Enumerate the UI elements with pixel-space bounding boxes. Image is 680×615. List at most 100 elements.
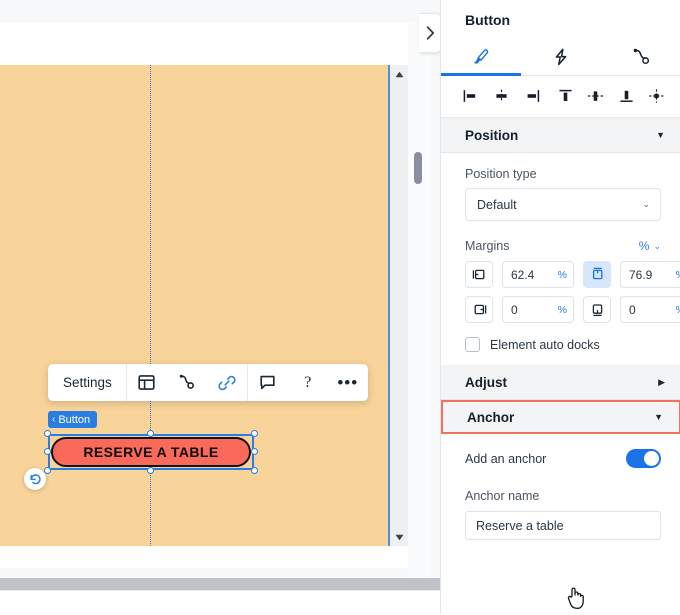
- more-glyph: •••: [337, 372, 359, 392]
- anchor-name-input[interactable]: Reserve a table: [465, 511, 661, 540]
- editor-footer-area: [0, 590, 440, 615]
- tab-design[interactable]: [441, 38, 521, 76]
- tab-connections[interactable]: [601, 38, 680, 75]
- section-title-anchor: Anchor: [467, 409, 515, 425]
- editor-top-band: [0, 0, 408, 22]
- position-type-value: Default: [477, 197, 517, 212]
- margins-header: Margins % ⌄: [465, 239, 661, 253]
- element-toolbar[interactable]: Settings ? •••: [48, 364, 368, 401]
- resize-handle-middle-left[interactable]: [44, 448, 51, 455]
- resize-handle-top-left[interactable]: [44, 430, 51, 437]
- add-anchor-toggle[interactable]: [626, 449, 661, 468]
- align-right-icon[interactable]: [519, 85, 544, 107]
- margin-right-unit: %: [557, 303, 567, 316]
- section-title-adjust: Adjust: [465, 374, 507, 390]
- chevron-down-icon[interactable]: ▼: [654, 412, 663, 422]
- page-title: Button: [465, 12, 511, 28]
- scroll-up-arrow-icon[interactable]: [390, 67, 408, 81]
- add-anchor-row: Add an anchor: [465, 449, 661, 468]
- margin-row-bottom: 0 % 0 %: [465, 296, 680, 323]
- more-options-icon[interactable]: •••: [328, 364, 368, 401]
- alignment-toolbar: [441, 76, 680, 118]
- reserve-a-table-button-label: RESERVE A TABLE: [83, 444, 219, 460]
- badge-chevron-left-icon: ‹: [52, 414, 56, 425]
- margins-unit-value: %: [638, 239, 650, 253]
- canvas-viewport[interactable]: [0, 65, 408, 546]
- margin-right-input[interactable]: 0 %: [502, 296, 574, 323]
- section-body-position: Position type Default ⌄ Margins % ⌄ 62.4…: [441, 153, 680, 352]
- app-vertical-scrollbar[interactable]: [408, 22, 430, 584]
- align-middle-vertical-icon[interactable]: [583, 85, 608, 107]
- position-type-label: Position type: [465, 167, 537, 181]
- element-auto-docks-label: Element auto docks: [490, 337, 600, 352]
- align-left-icon[interactable]: [459, 85, 484, 107]
- element-auto-docks-checkbox[interactable]: [465, 337, 480, 352]
- properties-panel: Button Position ▼ Position type Default …: [440, 0, 680, 614]
- node-connector-icon[interactable]: [167, 364, 207, 401]
- app-root: Settings ? ••• ‹ Button RESERVE A TABLE …: [0, 0, 680, 615]
- margin-left-input[interactable]: 62.4 %: [502, 261, 574, 288]
- canvas-vertical-scrollbar[interactable]: [390, 65, 408, 546]
- resize-handle-bottom-center[interactable]: [147, 467, 154, 474]
- chevron-right-icon[interactable]: ▶: [658, 377, 665, 387]
- settings-button[interactable]: Settings: [48, 364, 126, 401]
- link-icon[interactable]: [207, 364, 247, 401]
- margin-top-unit: %: [676, 269, 680, 281]
- anchor-name-value: Reserve a table: [476, 518, 564, 533]
- margin-left-unit: %: [557, 268, 567, 281]
- editor-area: Settings ? ••• ‹ Button RESERVE A TABLE: [0, 0, 442, 615]
- margin-top-input[interactable]: 76.9 %: [620, 261, 680, 288]
- undo-icon[interactable]: [24, 468, 46, 490]
- margin-top-value: 76.9: [629, 267, 653, 282]
- margin-top-icon[interactable]: [583, 261, 611, 288]
- margin-left-icon[interactable]: [465, 261, 493, 288]
- chevron-right-icon[interactable]: [419, 13, 442, 53]
- section-title-position: Position: [465, 127, 519, 143]
- resize-handle-bottom-right[interactable]: [251, 467, 258, 474]
- node-connector-icon: [631, 47, 651, 67]
- reserve-a-table-button[interactable]: RESERVE A TABLE: [51, 437, 251, 467]
- toggle-knob: [644, 451, 659, 466]
- badge-label: Button: [58, 413, 91, 426]
- align-bottom-icon[interactable]: [613, 85, 638, 107]
- horizontal-scrollbar[interactable]: [0, 578, 440, 590]
- margin-bottom-input[interactable]: 0 %: [620, 296, 680, 323]
- resize-handle-middle-right[interactable]: [251, 448, 258, 455]
- tab-interactions[interactable]: [521, 38, 601, 75]
- element-selection[interactable]: RESERVE A TABLE: [44, 430, 258, 474]
- align-top-icon[interactable]: [553, 85, 578, 107]
- margin-bottom-value: 0: [629, 302, 636, 317]
- layout-icon[interactable]: [127, 364, 167, 401]
- resize-handle-bottom-left[interactable]: [44, 467, 51, 474]
- margin-right-icon[interactable]: [465, 296, 493, 323]
- page-canvas[interactable]: [0, 65, 390, 546]
- margin-bottom-unit: %: [676, 304, 680, 316]
- margin-right-value: 0: [511, 302, 518, 317]
- help-glyph: ?: [304, 373, 312, 391]
- element-auto-docks-row[interactable]: Element auto docks: [465, 337, 661, 352]
- add-anchor-label: Add an anchor: [465, 451, 547, 466]
- section-header-anchor[interactable]: Anchor ▼: [441, 400, 680, 434]
- scroll-down-arrow-icon[interactable]: [390, 530, 408, 544]
- margins-unit-select[interactable]: % ⌄: [639, 239, 661, 253]
- margin-row-top: 62.4 % 76.9 %: [465, 261, 680, 288]
- section-header-position[interactable]: Position ▼: [441, 118, 680, 153]
- anchor-name-label: Anchor name: [465, 489, 540, 503]
- help-icon[interactable]: ?: [288, 364, 328, 401]
- section-header-adjust[interactable]: Adjust ▶: [441, 365, 680, 400]
- resize-handle-top-right[interactable]: [251, 430, 258, 437]
- lightning-bolt-icon: [551, 47, 571, 67]
- comment-icon[interactable]: [248, 364, 288, 401]
- resize-handle-top-center[interactable]: [147, 430, 154, 437]
- chevron-down-icon: ⌄: [642, 199, 650, 209]
- align-center-horizontal-icon[interactable]: [489, 85, 514, 107]
- selected-element-badge[interactable]: ‹ Button: [48, 411, 98, 428]
- chevron-down-icon[interactable]: ▼: [656, 130, 665, 140]
- section-body-anchor: Add an anchor Anchor name Reserve a tabl…: [441, 434, 680, 540]
- position-type-select[interactable]: Default ⌄: [465, 188, 661, 221]
- align-center-both-icon[interactable]: [644, 85, 669, 107]
- paintbrush-icon: [471, 47, 491, 67]
- margin-bottom-icon[interactable]: [583, 296, 611, 323]
- editor-bottom-strip: [0, 546, 408, 568]
- app-vertical-scrollbar-thumb[interactable]: [414, 152, 422, 184]
